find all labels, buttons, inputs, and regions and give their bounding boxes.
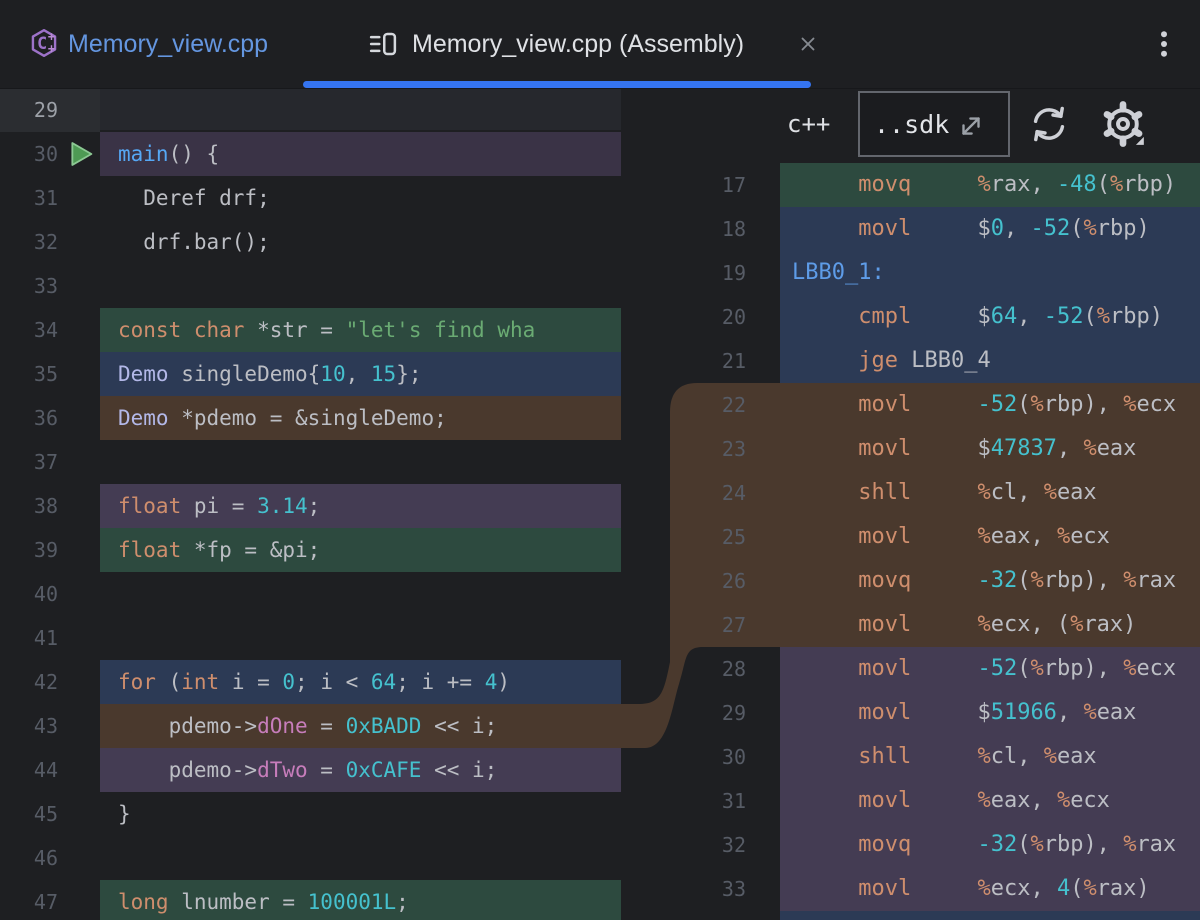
- assembly-line[interactable]: movl %ecx, (%rax): [780, 603, 1200, 647]
- source-line[interactable]: for (int i = 0; i < 64; i += 4): [100, 660, 621, 704]
- line-number[interactable]: 29: [0, 88, 58, 132]
- assembly-line[interactable]: jge LBB0_4: [780, 339, 1200, 383]
- source-line[interactable]: long lnumber = 100001L;: [100, 880, 621, 920]
- source-line[interactable]: drf.bar();: [100, 220, 621, 264]
- line-number[interactable]: 47: [0, 880, 58, 920]
- line-number[interactable]: 24: [676, 471, 746, 515]
- assembly-line[interactable]: movl -52(%rbp), %ecx: [780, 383, 1200, 427]
- settings-button[interactable]: [1098, 99, 1148, 149]
- line-number[interactable]: 37: [0, 440, 58, 484]
- tab-label: Memory_view.cpp: [68, 0, 268, 88]
- source-line[interactable]: [100, 264, 621, 308]
- expand-icon: [956, 111, 986, 146]
- source-line[interactable]: float *fp = &pi;: [100, 528, 621, 572]
- line-number[interactable]: 34: [0, 308, 58, 352]
- source-line[interactable]: Demo *pdemo = &singleDemo;: [100, 396, 621, 440]
- active-tab-underline: [303, 81, 811, 88]
- settings-dropdown-arrow: [1136, 137, 1144, 145]
- source-line[interactable]: [100, 88, 621, 132]
- refresh-button[interactable]: [1026, 101, 1072, 147]
- source-line[interactable]: pdemo->dOne = 0xBADD << i;: [100, 704, 621, 748]
- assembly-line[interactable]: movl $0, -52(%rbp): [780, 207, 1200, 251]
- source-line[interactable]: [100, 616, 621, 660]
- assembly-line[interactable]: movl -52(%rbp), %ecx: [780, 647, 1200, 691]
- source-line[interactable]: [100, 836, 621, 880]
- run-gutter-icon[interactable]: [66, 139, 96, 169]
- line-number[interactable]: 41: [0, 616, 58, 660]
- line-number[interactable]: [676, 911, 746, 920]
- assembly-line[interactable]: shll %cl, %eax: [780, 735, 1200, 779]
- assembly-line[interactable]: movl $47837, %eax: [780, 427, 1200, 471]
- gear-icon: [1098, 99, 1148, 149]
- line-number[interactable]: 17: [676, 163, 746, 207]
- source-line[interactable]: Demo singleDemo{10, 15};: [100, 352, 621, 396]
- line-number[interactable]: 26: [676, 559, 746, 603]
- line-number[interactable]: 40: [0, 572, 58, 616]
- source-line[interactable]: [100, 440, 621, 484]
- line-number[interactable]: 35: [0, 352, 58, 396]
- line-number[interactable]: 25: [676, 515, 746, 559]
- svg-text:C: C: [37, 34, 47, 53]
- editor-tab-bar: C + + Memory_view.cpp Memory_view.cpp (A…: [0, 0, 1200, 89]
- assembly-line[interactable]: shll %cl, %eax: [780, 471, 1200, 515]
- line-number[interactable]: 33: [0, 264, 58, 308]
- line-number[interactable]: 30: [0, 132, 58, 176]
- line-number[interactable]: 39: [0, 528, 58, 572]
- tab-close-icon[interactable]: [797, 33, 819, 55]
- line-number[interactable]: 27: [676, 603, 746, 647]
- assembly-line[interactable]: movl $51966, %eax: [780, 691, 1200, 735]
- source-line[interactable]: float pi = 3.14;: [100, 484, 621, 528]
- line-number[interactable]: 29: [676, 691, 746, 735]
- line-number[interactable]: 20: [676, 295, 746, 339]
- sdk-selector[interactable]: ..sdk: [858, 91, 1010, 157]
- line-number[interactable]: 43: [0, 704, 58, 748]
- line-number[interactable]: 38: [0, 484, 58, 528]
- source-editor[interactable]: 29 main() { 30 Deref drf; 31 drf.bar(); 3233…: [0, 0, 621, 920]
- line-number[interactable]: 45: [0, 792, 58, 836]
- assembly-language-badge: c++: [787, 88, 830, 160]
- line-number[interactable]: 36: [0, 396, 58, 440]
- tab-memory-view-assembly[interactable]: Memory_view.cpp (Assembly): [345, 0, 840, 88]
- source-line[interactable]: Deref drf;: [100, 176, 621, 220]
- line-number[interactable]: 44: [0, 748, 58, 792]
- line-number[interactable]: 33: [676, 867, 746, 911]
- ide-window: 29main() {30 Deref drf;31 drf.bar();3233…: [0, 0, 1200, 920]
- line-number[interactable]: 31: [676, 779, 746, 823]
- svg-text:+: +: [48, 41, 55, 55]
- source-line[interactable]: }: [100, 792, 621, 836]
- more-options-button[interactable]: [1146, 26, 1182, 62]
- line-number[interactable]: 42: [0, 660, 58, 704]
- refresh-icon: [1026, 101, 1072, 147]
- line-number[interactable]: 22: [676, 383, 746, 427]
- line-number[interactable]: 23: [676, 427, 746, 471]
- line-number[interactable]: 21: [676, 339, 746, 383]
- assembly-line[interactable]: movq %rax, -48(%rbp): [780, 163, 1200, 207]
- line-number[interactable]: 30: [676, 735, 746, 779]
- assembly-line[interactable]: movq -32(%rbp), %rax: [780, 823, 1200, 867]
- assembly-line[interactable]: [780, 911, 1200, 920]
- assembly-preview-icon: [368, 29, 398, 64]
- cpp-file-icon: C + +: [28, 27, 60, 64]
- source-line[interactable]: pdemo->dTwo = 0xCAFE << i;: [100, 748, 621, 792]
- source-line[interactable]: main() {: [100, 132, 621, 176]
- assembly-line[interactable]: movq -32(%rbp), %rax: [780, 559, 1200, 603]
- line-number[interactable]: 46: [0, 836, 58, 880]
- assembly-line[interactable]: cmpl $64, -52(%rbp): [780, 295, 1200, 339]
- tab-label: Memory_view.cpp (Assembly): [412, 0, 744, 88]
- kebab-menu-icon: [1146, 26, 1182, 62]
- line-number[interactable]: 28: [676, 647, 746, 691]
- line-number[interactable]: 19: [676, 251, 746, 295]
- line-number[interactable]: 31: [0, 176, 58, 220]
- assembly-line[interactable]: movl %eax, %ecx: [780, 779, 1200, 823]
- sdk-selector-label: ..sdk: [874, 110, 949, 139]
- line-number[interactable]: 18: [676, 207, 746, 251]
- source-line[interactable]: [100, 572, 621, 616]
- assembly-line[interactable]: movl %eax, %ecx: [780, 515, 1200, 559]
- assembly-line[interactable]: LBB0_1:: [780, 251, 1200, 295]
- line-number[interactable]: 32: [0, 220, 58, 264]
- line-number[interactable]: 32: [676, 823, 746, 867]
- tab-memory-view-cpp[interactable]: C + + Memory_view.cpp: [0, 0, 310, 88]
- source-line[interactable]: const char *str = "let's find wha: [100, 308, 621, 352]
- assembly-line[interactable]: movl %ecx, 4(%rax): [780, 867, 1200, 911]
